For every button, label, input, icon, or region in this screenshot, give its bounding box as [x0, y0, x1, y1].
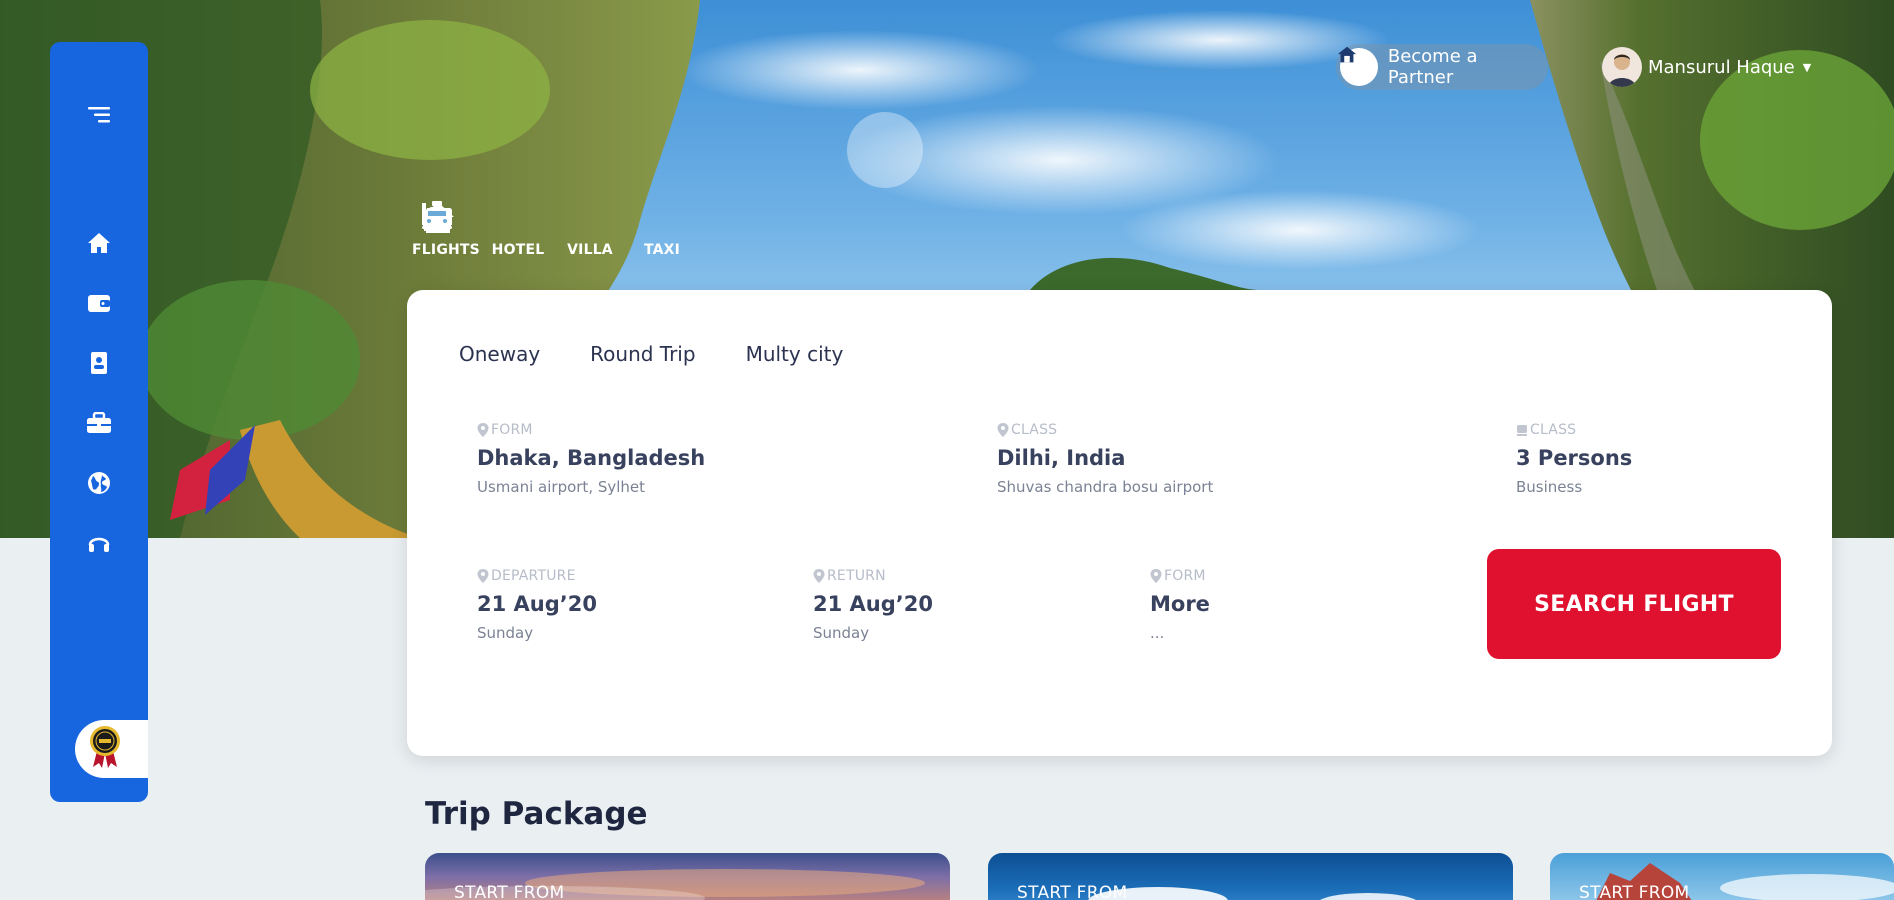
travel-class: Business — [1516, 478, 1583, 496]
globe-icon — [87, 471, 111, 499]
partner-label: Become a Partner — [1387, 46, 1478, 88]
award-badge-icon — [87, 725, 123, 773]
tab-flights-label: FLIGHTS — [412, 242, 480, 258]
to-field[interactable]: CLASS Dilhi, India Shuvas chandra bosu a… — [997, 422, 1213, 496]
tab-taxi-label: TAXI — [643, 242, 681, 258]
user-name: Mansurul Haque — [1648, 56, 1795, 78]
section-title-trip-package: Trip Package — [425, 796, 648, 832]
package-card[interactable]: START FROM — [1550, 853, 1894, 900]
to-caption-text: CLASS — [1011, 422, 1058, 438]
package-card[interactable]: START FROM — [425, 853, 950, 900]
return-caption-text: RETURN — [827, 568, 886, 584]
reward-badge[interactable] — [75, 720, 148, 778]
passenger-count: 3 Persons — [1516, 446, 1633, 470]
sidebar-item-wallet[interactable] — [50, 285, 148, 325]
home-icon — [87, 232, 111, 258]
to-city: Dilhi, India — [997, 446, 1126, 470]
briefcase-icon — [86, 411, 112, 438]
sidebar-item-support[interactable] — [50, 525, 148, 565]
more-options-field[interactable]: FORM More ... — [1150, 568, 1210, 642]
from-caption-text: FORM — [491, 422, 533, 438]
headset-icon — [87, 531, 111, 559]
location-pin-icon — [1150, 569, 1162, 583]
seat-icon — [1517, 424, 1527, 436]
from-caption: FORM — [477, 422, 705, 438]
sidebar — [50, 42, 148, 802]
trip-type-tabs: Oneway Round Trip Multy city — [459, 342, 843, 366]
return-date: 21 Aug’20 — [813, 592, 933, 616]
tab-hotel-label: HOTEL — [491, 242, 545, 258]
tab-hotel[interactable]: HOTEL — [422, 200, 545, 258]
from-airport: Usmani airport, Sylhet — [477, 478, 646, 496]
package-from-label: START FROM — [454, 883, 565, 900]
return-field[interactable]: RETURN 21 Aug’20 Sunday — [813, 568, 933, 642]
package-from-label: START FROM — [1017, 883, 1128, 900]
sidebar-item-trips[interactable] — [50, 405, 148, 445]
more-label: More — [1150, 592, 1210, 616]
more-sub: ... — [1150, 624, 1165, 642]
departure-caption-text: DEPARTURE — [491, 568, 576, 584]
passengers-caption: CLASS — [1516, 422, 1632, 438]
package-card[interactable]: START FROM — [988, 853, 1513, 900]
sidebar-item-contacts[interactable] — [50, 345, 148, 385]
location-pin-icon — [477, 569, 489, 583]
more-caption: FORM — [1150, 568, 1210, 584]
contact-card-icon — [89, 351, 109, 379]
passengers-caption-text: CLASS — [1530, 422, 1577, 438]
avatar — [1602, 47, 1642, 87]
departure-caption: DEPARTURE — [477, 568, 597, 584]
from-city: Dhaka, Bangladesh — [477, 446, 706, 470]
return-day: Sunday — [813, 624, 870, 642]
location-pin-icon — [477, 423, 489, 437]
sidebar-item-home[interactable] — [50, 225, 148, 265]
to-caption: CLASS — [997, 422, 1213, 438]
to-airport: Shuvas chandra bosu airport — [997, 478, 1214, 496]
return-caption: RETURN — [813, 568, 933, 584]
service-tabs: FLIGHTS HOTEL VILLA TAXI — [412, 200, 688, 258]
departure-date: 21 Aug’20 — [477, 592, 597, 616]
sidebar-item-explore[interactable] — [50, 465, 148, 505]
wallet-icon — [87, 293, 111, 317]
menu-icon — [86, 105, 112, 129]
search-flight-button[interactable]: SEARCH FLIGHT — [1487, 549, 1781, 659]
partner-house-icon — [1337, 46, 1378, 86]
tab-taxi[interactable]: TAXI — [423, 200, 688, 258]
become-partner-button[interactable]: Become a Partner — [1336, 44, 1548, 90]
departure-day: Sunday — [477, 624, 534, 642]
tab-villa[interactable]: VILLA — [422, 200, 616, 258]
from-field[interactable]: FORM Dhaka, Bangladesh Usmani airport, S… — [477, 422, 705, 496]
chevron-down-icon: ▼ — [1802, 60, 1812, 74]
location-pin-icon — [997, 423, 1009, 437]
flight-search-card: Oneway Round Trip Multy city FORM Dhaka,… — [407, 290, 1832, 756]
menu-button[interactable] — [50, 97, 148, 137]
location-pin-icon — [813, 569, 825, 583]
package-from-label: START FROM — [1579, 883, 1690, 900]
tab-villa-label: VILLA — [567, 242, 613, 258]
departure-field[interactable]: DEPARTURE 21 Aug’20 Sunday — [477, 568, 597, 642]
tab-multi-city[interactable]: Multy city — [746, 342, 844, 366]
passengers-field[interactable]: CLASS 3 Persons Business — [1516, 422, 1632, 496]
tab-oneway[interactable]: Oneway — [459, 342, 540, 366]
tab-round-trip[interactable]: Round Trip — [590, 342, 695, 366]
user-menu[interactable]: Mansurul Haque ▼ — [1602, 46, 1811, 88]
more-caption-text: FORM — [1164, 568, 1206, 584]
